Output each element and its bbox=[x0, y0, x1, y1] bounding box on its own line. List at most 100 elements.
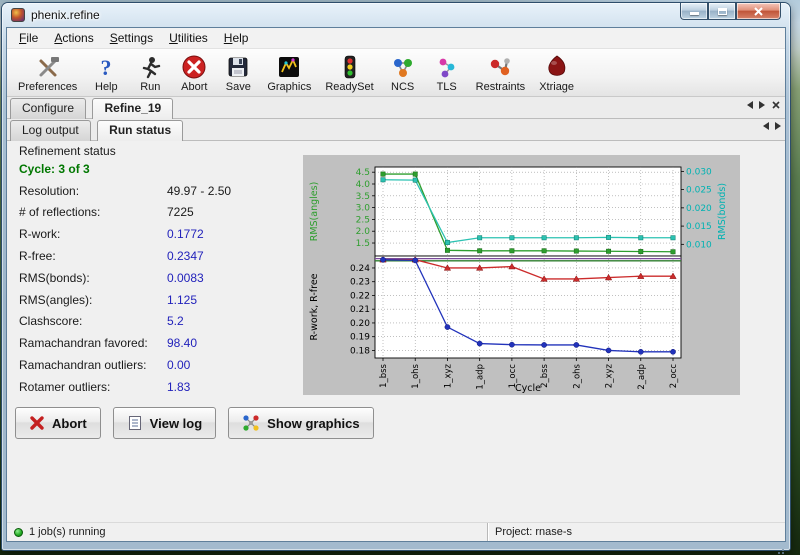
svg-text:1_ohs: 1_ohs bbox=[411, 363, 421, 388]
svg-text:0.23: 0.23 bbox=[350, 278, 370, 288]
svg-text:?: ? bbox=[101, 55, 112, 80]
svg-text:0.020: 0.020 bbox=[686, 204, 712, 214]
tab-configure[interactable]: Configure bbox=[10, 98, 86, 119]
tab-scroll-right-icon[interactable] bbox=[759, 101, 765, 109]
stat-row-resolution: Resolution: 49.97 - 2.50 bbox=[19, 180, 304, 202]
svg-text:1_bss: 1_bss bbox=[379, 363, 389, 387]
refinement-status-heading: Refinement status bbox=[19, 144, 116, 158]
stat-row-r-free: R-free: 0.2347 bbox=[19, 245, 304, 267]
svg-text:RMS(bonds): RMS(bonds) bbox=[717, 183, 728, 240]
toolbar-button-tls[interactable]: TLS bbox=[425, 50, 469, 96]
menu-settings[interactable]: Settings bbox=[102, 28, 161, 48]
job-running-indicator-icon bbox=[14, 528, 23, 537]
toolbar-button-restraints[interactable]: Restraints bbox=[469, 50, 533, 96]
toolbar-button-help[interactable]: ? Help bbox=[84, 50, 128, 96]
toolbar-label: Restraints bbox=[476, 81, 526, 93]
r-free-value: 0.2347 bbox=[167, 249, 204, 263]
project-name-text: Project: rnase-s bbox=[495, 526, 572, 538]
stat-row-clashscore: Clashscore: 5.2 bbox=[19, 311, 304, 333]
chart-canvas: 1.52.02.53.03.54.04.50.0100.0150.0200.02… bbox=[303, 155, 740, 395]
toolbar-label: Abort bbox=[181, 81, 207, 93]
toolbar-button-graphics[interactable]: Graphics bbox=[260, 50, 318, 96]
subtab-scroll-right-icon[interactable] bbox=[775, 122, 781, 130]
close-icon bbox=[753, 6, 764, 17]
resize-grip[interactable] bbox=[771, 542, 785, 549]
menu-bar: File Actions Settings Utilities Help bbox=[7, 28, 785, 49]
window-title: phenix.refine bbox=[31, 8, 100, 22]
maximize-button[interactable] bbox=[708, 3, 736, 20]
resolution-value: 49.97 - 2.50 bbox=[167, 184, 231, 198]
toolbar-button-run[interactable]: Run bbox=[128, 50, 172, 96]
tab-run-status[interactable]: Run status bbox=[97, 120, 183, 141]
menu-file[interactable]: File bbox=[11, 28, 46, 48]
svg-text:0.030: 0.030 bbox=[686, 167, 712, 177]
svg-text:4.0: 4.0 bbox=[356, 180, 371, 190]
svg-text:0.20: 0.20 bbox=[350, 319, 370, 329]
reflections-value: 7225 bbox=[167, 205, 194, 219]
log-document-icon bbox=[127, 415, 143, 431]
abort-icon bbox=[181, 54, 207, 80]
rama-favored-value: 98.40 bbox=[167, 336, 197, 350]
rotamer-outliers-value: 1.83 bbox=[167, 380, 190, 394]
toolbar-label: Run bbox=[140, 81, 160, 93]
tab-close-icon[interactable] bbox=[771, 100, 781, 110]
svg-text:1_adp: 1_adp bbox=[476, 364, 486, 390]
subtab-scroll-left-icon[interactable] bbox=[763, 122, 769, 130]
toolbar-label: Save bbox=[226, 81, 251, 93]
tab-refine-19[interactable]: Refine_19 bbox=[92, 98, 173, 119]
svg-text:2_adp: 2_adp bbox=[637, 364, 647, 390]
abort-button[interactable]: Abort bbox=[15, 407, 101, 439]
main-tab-bar: Configure Refine_19 bbox=[7, 97, 785, 119]
svg-text:1_xyz: 1_xyz bbox=[443, 363, 453, 388]
jobs-status-text: 1 job(s) running bbox=[29, 526, 105, 538]
toolbar-label: TLS bbox=[437, 81, 457, 93]
menu-utilities[interactable]: Utilities bbox=[161, 28, 216, 48]
rms-bonds-value: 0.0083 bbox=[167, 271, 204, 285]
toolbar-button-abort[interactable]: Abort bbox=[172, 50, 216, 96]
toolbar-label: Help bbox=[95, 81, 118, 93]
refinement-progress-chart: 1.52.02.53.03.54.04.50.0100.0150.0200.02… bbox=[303, 155, 740, 395]
svg-text:2_ohs: 2_ohs bbox=[572, 363, 582, 388]
toolbar-label: Graphics bbox=[267, 81, 311, 93]
readyset-icon bbox=[337, 54, 363, 80]
r-work-value: 0.1772 bbox=[167, 227, 204, 241]
svg-text:2_occ: 2_occ bbox=[669, 364, 679, 389]
tab-log-output[interactable]: Log output bbox=[10, 120, 91, 141]
svg-text:2_xyz: 2_xyz bbox=[605, 363, 615, 388]
minimize-button[interactable] bbox=[680, 3, 708, 20]
tab-scroll-left-icon[interactable] bbox=[747, 101, 753, 109]
close-button[interactable] bbox=[736, 3, 781, 20]
menu-actions[interactable]: Actions bbox=[46, 28, 101, 48]
toolbar-button-save[interactable]: Save bbox=[216, 50, 260, 96]
app-icon bbox=[11, 8, 25, 22]
menu-help[interactable]: Help bbox=[216, 28, 257, 48]
svg-text:Cycle: Cycle bbox=[515, 383, 541, 394]
svg-text:0.18: 0.18 bbox=[350, 346, 370, 356]
toolbar-label: Preferences bbox=[18, 81, 77, 93]
svg-text:0.010: 0.010 bbox=[686, 240, 712, 250]
svg-text:0.025: 0.025 bbox=[686, 186, 712, 196]
toolbar: Preferences ? Help Run Abort bbox=[7, 49, 785, 97]
preferences-icon bbox=[35, 54, 61, 80]
show-graphics-button[interactable]: Show graphics bbox=[228, 407, 373, 439]
title-bar[interactable]: phenix.refine bbox=[2, 3, 790, 27]
stat-row-rama-favored: Ramachandran favored: 98.40 bbox=[19, 332, 304, 354]
svg-text:0.21: 0.21 bbox=[350, 305, 370, 315]
stat-row-rms-angles: RMS(angles): 1.125 bbox=[19, 289, 304, 311]
jobs-status-pane: 1 job(s) running bbox=[7, 523, 488, 541]
toolbar-button-xtriage[interactable]: Xtriage bbox=[532, 50, 581, 96]
stat-row-r-work: R-work: 0.1772 bbox=[19, 223, 304, 245]
svg-text:4.5: 4.5 bbox=[356, 168, 370, 178]
svg-text:3.0: 3.0 bbox=[356, 204, 371, 214]
svg-text:2.0: 2.0 bbox=[356, 227, 371, 237]
view-log-button[interactable]: View log bbox=[113, 407, 217, 439]
help-icon: ? bbox=[93, 54, 119, 80]
toolbar-button-preferences[interactable]: Preferences bbox=[11, 50, 84, 96]
stat-row-rotamer-outliers: Rotamer outliers: 1.83 bbox=[19, 376, 304, 398]
svg-text:0.19: 0.19 bbox=[350, 333, 370, 343]
toolbar-button-readyset[interactable]: ReadySet bbox=[318, 50, 380, 96]
cycle-indicator: Cycle: 3 of 3 bbox=[19, 162, 90, 176]
toolbar-button-ncs[interactable]: NCS bbox=[381, 50, 425, 96]
svg-text:2_bss: 2_bss bbox=[540, 363, 550, 387]
svg-text:R-work, R-free: R-work, R-free bbox=[309, 273, 320, 340]
